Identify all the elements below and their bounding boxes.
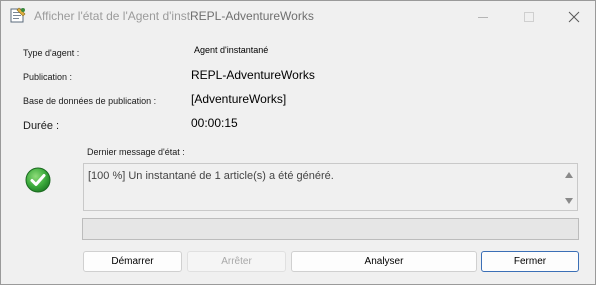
publication-db-label: Base de données de publication :	[23, 96, 157, 106]
duration-label: Durée :	[23, 120, 60, 132]
check-circle-icon	[25, 167, 51, 193]
scroll-down-arrow-icon[interactable]	[565, 198, 573, 204]
agent-type-label: Type d'agent :	[23, 48, 80, 58]
maximize-button[interactable]	[506, 1, 552, 32]
status-message-box[interactable]: [100 %] Un instantané de 1 article(s) a …	[83, 163, 578, 211]
progress-bar	[82, 218, 579, 240]
analyze-button[interactable]: Analyser	[291, 251, 477, 272]
window-title-prefix: Afficher l'état de l'Agent d'insta	[34, 9, 190, 23]
start-button[interactable]: Démarrer	[83, 251, 182, 272]
scroll-up-arrow-icon[interactable]	[565, 172, 573, 178]
status-message-text: [100 %] Un instantané de 1 article(s) a …	[88, 170, 334, 182]
agent-type-value: Agent d'instantané	[194, 45, 269, 55]
last-message-label: Dernier message d'état :	[87, 147, 185, 157]
window-title-suffix: REPL-AdventureWorks	[190, 9, 314, 23]
publication-value: REPL-AdventureWorks	[191, 68, 315, 82]
duration-value: 00:00:15	[191, 116, 238, 130]
publication-label: Publication :	[23, 72, 73, 82]
app-icon	[10, 7, 26, 23]
minimize-button[interactable]	[460, 1, 506, 32]
minimize-icon	[478, 17, 488, 18]
close-button[interactable]: Fermer	[481, 251, 579, 272]
title-bar: Afficher l'état de l'Agent d'instaREPL-A…	[1, 1, 595, 32]
close-window-button[interactable]	[551, 1, 596, 32]
agent-status-dialog: Afficher l'état de l'Agent d'instaREPL-A…	[0, 0, 596, 285]
publication-db-value: [AdventureWorks]	[191, 92, 287, 106]
stop-button[interactable]: Arrêter	[187, 251, 286, 272]
close-icon	[568, 11, 580, 23]
window-title: Afficher l'état de l'Agent d'instaREPL-A…	[34, 9, 354, 23]
maximize-icon	[524, 12, 534, 22]
